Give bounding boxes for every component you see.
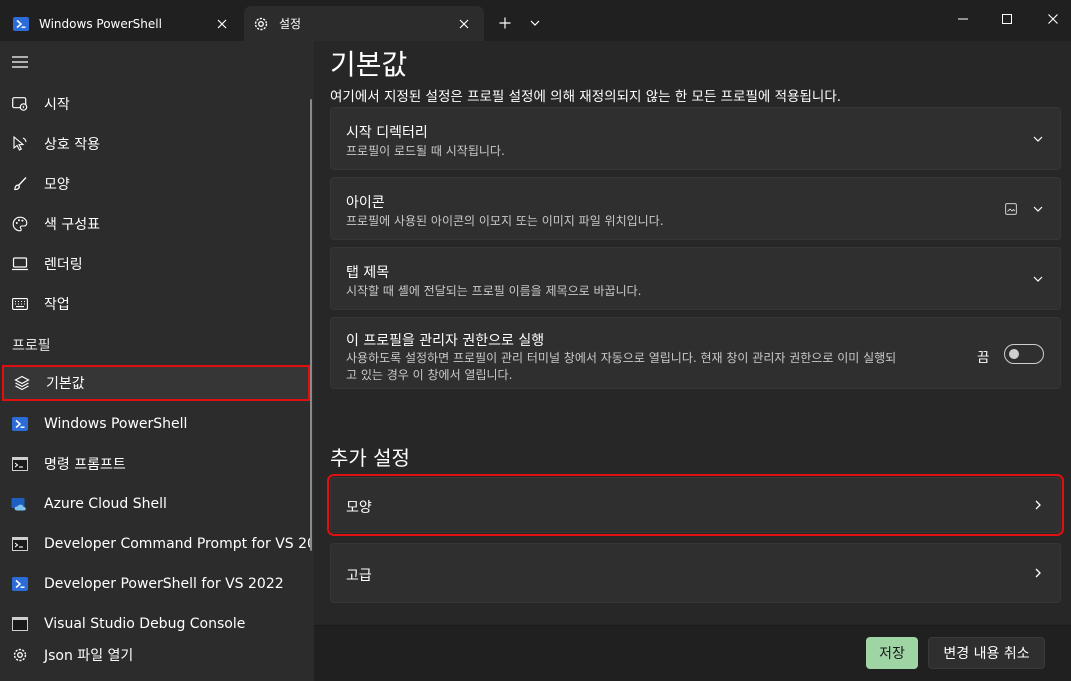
sidebar-item-label: Windows PowerShell [44,416,188,432]
chevron-right-icon[interactable] [1030,497,1046,513]
sidebar-item-command-prompt[interactable]: 명령 프롬프트 [0,446,310,482]
tab-label: Windows PowerShell [39,16,162,31]
close-icon[interactable] [452,12,476,36]
palette-icon [11,215,29,233]
sidebar-item-label: 시작 [44,97,70,113]
sidebar-item-defaults[interactable]: 기본값 [2,365,310,401]
sidebar-item-rendering[interactable]: 렌더링 [0,246,310,282]
cmd-icon [11,455,29,473]
advanced-link-card[interactable]: 고급 [330,543,1061,603]
footer-bar: 저장 변경 내용 취소 [314,625,1071,681]
settings-content: 기본값 여기에서 지정된 설정은 프로필 설정에 의해 재정의되지 않는 한 모… [314,41,1071,625]
card-subtitle-line2: 고 있는 경우 이 창에서 열립니다. [346,368,513,382]
card-title: 시작 디렉터리 [346,125,428,141]
sidebar-item-label: 명령 프롬프트 [44,457,126,473]
run-as-admin-toggle[interactable] [1004,344,1044,364]
chevron-down-icon[interactable] [1030,131,1046,147]
sidebar-item-interaction[interactable]: 상호 작용 [0,126,310,162]
card-title: 고급 [346,568,372,584]
discard-changes-button[interactable]: 변경 내용 취소 [928,637,1045,669]
maximize-icon[interactable] [984,6,1030,32]
cursor-icon [11,135,29,153]
window-close-icon[interactable] [1030,6,1071,32]
tab-windows-powershell[interactable]: Windows PowerShell [0,6,242,41]
appearance-link-card[interactable]: 모양 [327,474,1064,536]
powershell-icon [13,16,29,32]
title-bar: Windows PowerShell 설정 [0,0,1071,41]
sidebar-item-label: 작업 [44,297,70,313]
powershell-icon [11,575,29,593]
sidebar-item-azure-cloud-shell[interactable]: Azure Cloud Shell [0,486,310,522]
sidebar-item-label: 렌더링 [44,257,83,273]
keyboard-icon [11,295,29,313]
card-title: 이 프로필을 관리자 권한으로 실행 [346,333,545,349]
sidebar-item-label: 모양 [44,177,70,193]
open-json-file-button[interactable]: Json 파일 열기 [0,637,310,673]
gear-icon [253,16,269,32]
sidebar-item-label: Azure Cloud Shell [44,496,167,512]
run-as-admin-card: 이 프로필을 관리자 권한으로 실행 사용하도록 설정하면 프로필이 관리 터미… [330,317,1061,389]
brush-icon [11,175,29,193]
save-button[interactable]: 저장 [866,637,918,669]
azure-icon [11,495,29,513]
sidebar-item-label: Developer Command Prompt for VS 20 [44,536,310,552]
tab-title-card[interactable]: 탭 제목 시작할 때 셸에 전달되는 프로필 이름을 제목으로 바꿉니다. [330,247,1061,310]
sidebar-item-developer-powershell[interactable]: Developer PowerShell for VS 2022 [0,566,310,602]
starting-directory-card[interactable]: 시작 디렉터리 프로필이 로드될 때 시작됩니다. [330,107,1061,170]
sidebar-item-appearance[interactable]: 모양 [0,166,310,202]
open-json-label: Json 파일 열기 [44,648,134,664]
startup-icon [11,95,29,113]
layers-icon [13,374,31,392]
card-subtitle: 프로필이 로드될 때 시작됩니다. [346,144,505,158]
sidebar-footer: Json 파일 열기 [0,635,314,681]
card-subtitle: 프로필에 사용된 아이콘의 이모지 또는 이미지 파일 위치입니다. [346,214,664,228]
sidebar-item-label: Visual Studio Debug Console [44,616,246,632]
tab-label: 설정 [279,17,302,31]
gear-icon [11,646,29,664]
sidebar-item-label: 색 구성표 [44,217,100,233]
sidebar-item-label: 상호 작용 [44,137,100,153]
card-title: 아이콘 [346,195,385,211]
icon-card[interactable]: 아이콘 프로필에 사용된 아이콘의 이모지 또는 이미지 파일 위치입니다. [330,177,1061,240]
sidebar-item-color-schemes[interactable]: 색 구성표 [0,206,310,242]
chevron-right-icon[interactable] [1030,565,1046,581]
sidebar-item-label: Developer PowerShell for VS 2022 [44,576,284,592]
chevron-down-icon[interactable] [524,12,546,34]
hamburger-menu-icon[interactable] [10,53,30,71]
card-subtitle: 시작할 때 셸에 전달되는 프로필 이름을 제목으로 바꿉니다. [346,284,642,298]
sidebar: 시작 상호 작용 모양 색 구성표 렌더링 작업 프로필 기본값 Windows… [0,41,314,681]
close-icon[interactable] [210,12,234,36]
minimize-icon[interactable] [940,6,986,32]
additional-settings-title: 추가 설정 [330,446,410,470]
sidebar-item-developer-command-prompt[interactable]: Developer Command Prompt for VS 20 [0,526,310,562]
powershell-icon [11,415,29,433]
sidebar-item-actions[interactable]: 작업 [0,286,310,322]
card-title: 탭 제목 [346,265,390,281]
sidebar-item-label: 기본값 [46,376,85,392]
page-title: 기본값 [330,48,408,81]
card-title: 모양 [346,500,372,516]
chevron-down-icon[interactable] [1030,201,1046,217]
toggle-state-label: 끔 [977,350,990,366]
toggle-knob [1009,349,1019,359]
tab-settings[interactable]: 설정 [244,6,484,41]
sidebar-scrollbar[interactable] [310,99,312,551]
chevron-down-icon[interactable] [1030,271,1046,287]
plus-icon[interactable] [494,12,516,34]
image-icon [1004,202,1018,216]
cmd-icon [11,535,29,553]
page-description: 여기에서 지정된 설정은 프로필 설정에 의해 재정의되지 않는 한 모든 프로… [330,89,842,105]
profiles-section-label: 프로필 [12,338,51,354]
sidebar-item-windows-powershell[interactable]: Windows PowerShell [0,406,310,442]
cmd-icon [11,615,29,633]
sidebar-item-startup[interactable]: 시작 [0,86,310,122]
monitor-icon [11,255,29,273]
card-subtitle-line1: 사용하도록 설정하면 프로필이 관리 터미널 창에서 자동으로 열립니다. 현재… [346,351,897,365]
